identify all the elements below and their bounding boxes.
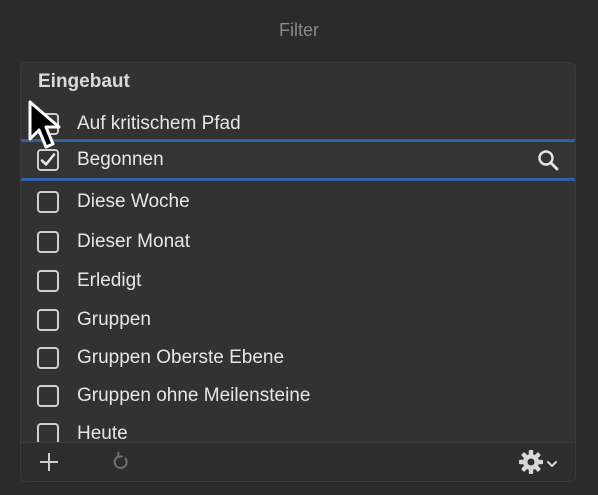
checkbox-checked[interactable]	[37, 149, 59, 171]
list-item-label: Gruppen	[77, 309, 151, 330]
checkbox[interactable]	[37, 423, 59, 444]
refresh-icon[interactable]	[107, 448, 135, 476]
list-item-label: Begonnen	[77, 149, 164, 170]
list-item-dieser-monat[interactable]: Dieser Monat	[21, 223, 575, 261]
checkbox[interactable]	[37, 270, 59, 292]
list-item-begonnen[interactable]: Begonnen	[21, 139, 575, 181]
list-item-gruppen-ohne-meilensteine[interactable]: Gruppen ohne Meilensteine	[21, 377, 575, 415]
plus-icon[interactable]	[35, 448, 63, 476]
list-item-label: Heute	[77, 423, 128, 444]
checkbox[interactable]	[37, 231, 59, 253]
list-item-label: Diese Woche	[77, 191, 190, 212]
list-item-erledigt[interactable]: Erledigt	[21, 262, 575, 300]
bottom-toolbar	[21, 442, 575, 481]
list-item-gruppen[interactable]: Gruppen	[21, 301, 575, 339]
gear-icon[interactable]	[517, 448, 561, 476]
filter-list[interactable]: Eingebaut Auf kritischem Pfad Begonnen D…	[21, 63, 575, 444]
checkbox[interactable]	[37, 113, 59, 135]
section-header: Eingebaut	[38, 71, 130, 92]
window-title: Filter	[279, 19, 319, 40]
filter-panel: Eingebaut Auf kritischem Pfad Begonnen D…	[20, 62, 576, 482]
list-item-label: Auf kritischem Pfad	[77, 113, 241, 134]
list-item-label: Gruppen ohne Meilensteine	[77, 385, 311, 406]
checkbox[interactable]	[37, 309, 59, 331]
checkbox[interactable]	[37, 347, 59, 369]
list-item-label: Gruppen Oberste Ebene	[77, 347, 285, 368]
filter-window: Filter Eingebaut Auf kritischem Pfad Beg…	[0, 0, 598, 495]
search-icon[interactable]	[535, 147, 561, 173]
list-item-diese-woche[interactable]: Diese Woche	[21, 183, 575, 221]
list-item-heute[interactable]: Heute	[21, 415, 575, 444]
list-item-label: Dieser Monat	[77, 231, 190, 252]
list-item-label: Erledigt	[77, 270, 142, 291]
checkbox[interactable]	[37, 385, 59, 407]
checkmark-icon	[40, 153, 56, 166]
list-item-auf-kritischem-pfad[interactable]: Auf kritischem Pfad	[21, 105, 575, 143]
checkbox[interactable]	[37, 191, 59, 213]
list-item-gruppen-oberste-ebene[interactable]: Gruppen Oberste Ebene	[21, 339, 575, 377]
